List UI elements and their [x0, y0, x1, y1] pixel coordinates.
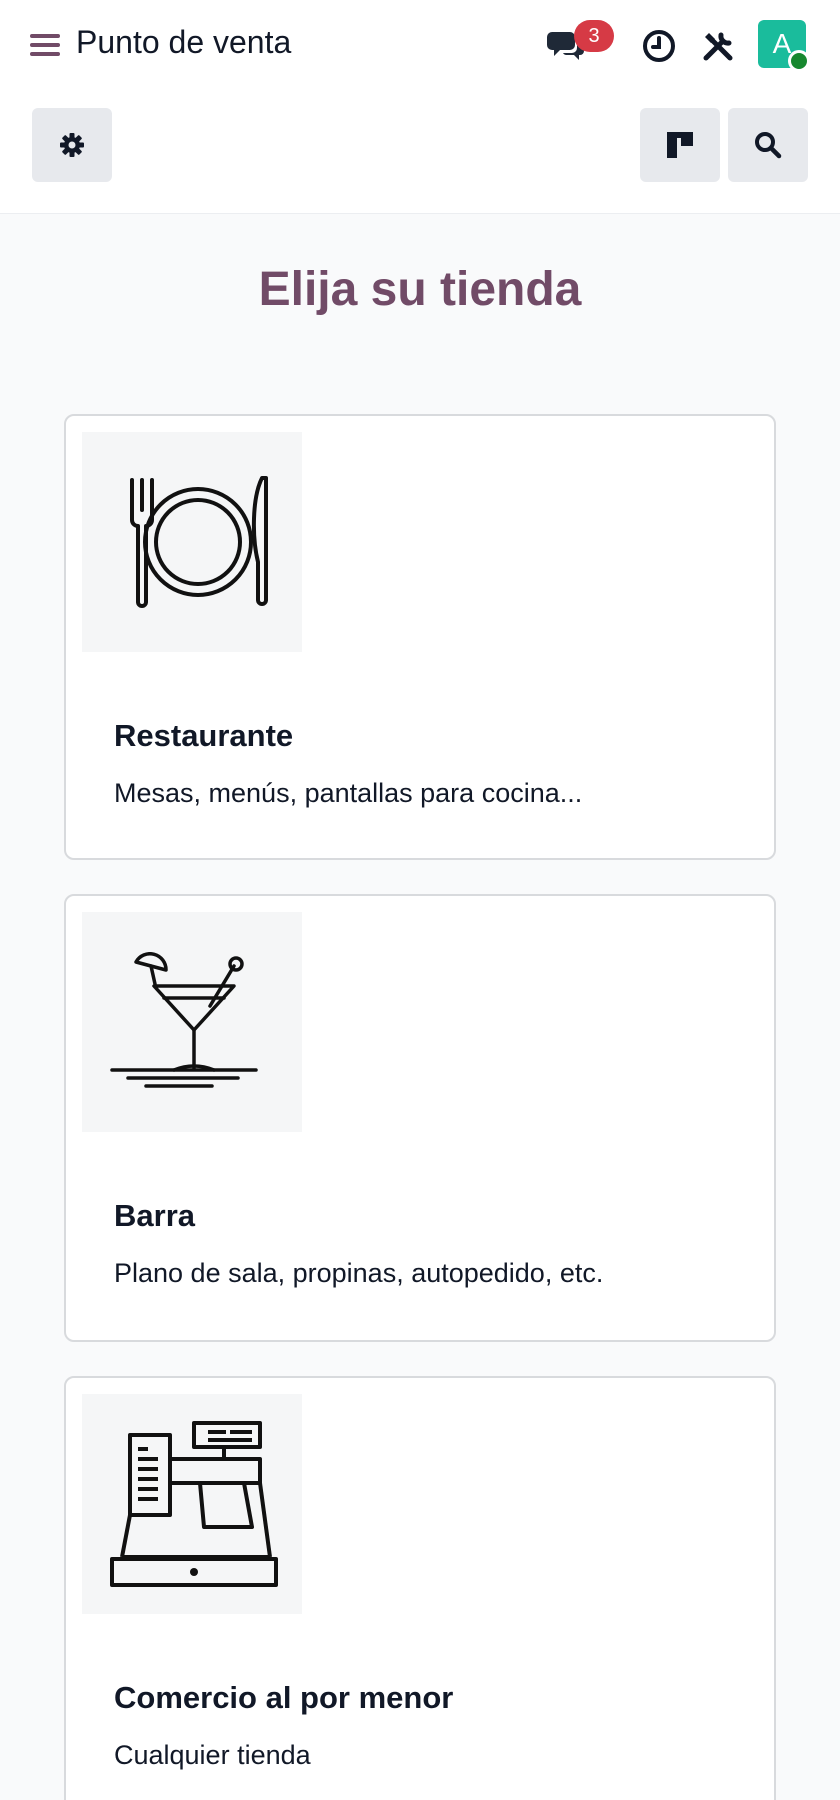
plate-cutlery-icon: [82, 432, 302, 652]
gear-icon: [60, 133, 84, 157]
hamburger-menu-icon[interactable]: [30, 34, 60, 58]
card-title: Barra: [114, 1198, 195, 1233]
card-description: Mesas, menús, pantallas para cocina...: [114, 778, 583, 808]
card-title: Comercio al por menor: [114, 1680, 454, 1715]
settings-button[interactable]: [32, 108, 112, 182]
card-title: Restaurante: [114, 718, 294, 753]
cash-register-icon: [82, 1394, 302, 1614]
cocktail-icon: [82, 912, 302, 1132]
page-heading: Elija su tienda: [258, 263, 582, 316]
tools-icon[interactable]: [696, 24, 740, 68]
search-button[interactable]: [728, 108, 808, 182]
store-card-comercio[interactable]: Comercio al por menor Cualquier tienda: [64, 1376, 776, 1800]
app-title: Punto de venta: [76, 24, 292, 60]
card-description: Cualquier tienda: [114, 1740, 311, 1770]
kanban-view-button[interactable]: [640, 108, 720, 182]
online-status-icon: [788, 50, 810, 72]
store-card-barra[interactable]: Barra Plano de sala, propinas, autopedid…: [64, 894, 776, 1342]
store-card-restaurante[interactable]: Restaurante Mesas, menús, pantallas para…: [64, 414, 776, 860]
kanban-view-icon: [667, 132, 693, 158]
messages-count-badge: 3: [574, 20, 614, 52]
top-navbar: Punto de venta 3 A: [0, 0, 840, 92]
clock-activity-icon[interactable]: [637, 24, 681, 68]
control-panel: [0, 92, 840, 214]
search-icon: [755, 132, 782, 159]
card-description: Plano de sala, propinas, autopedido, etc…: [114, 1258, 604, 1288]
